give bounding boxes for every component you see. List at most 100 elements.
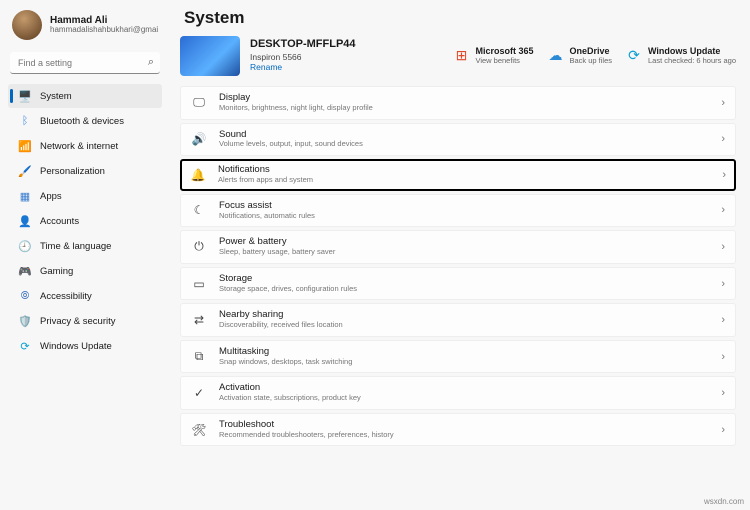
sidebar-item-label: Personalization: [40, 166, 105, 177]
settings-row-focus-assist[interactable]: ☾ Focus assistNotifications, automatic ru…: [180, 194, 736, 228]
troubleshoot-icon: 🛠: [191, 423, 207, 437]
pc-name: DESKTOP-MFFLP44: [250, 38, 443, 51]
chevron-right-icon: ›: [721, 97, 725, 109]
settings-row-notifications[interactable]: 🔔NotificationsAlerts from apps and syste…: [180, 159, 736, 191]
profile-block[interactable]: Hammad Ali hammadalishahbukhari@gmail.co…: [4, 6, 166, 44]
personalization-icon: 🖌️: [18, 164, 32, 178]
row-subtitle: Notifications, automatic rules: [219, 212, 709, 221]
sidebar-item-label: Gaming: [40, 266, 73, 277]
system-header: DESKTOP-MFFLP44 Inspiron 5566 Rename ⊞Mi…: [180, 36, 736, 76]
row-subtitle: Snap windows, desktops, task switching: [219, 358, 709, 367]
cloud-item-onedrive[interactable]: ☁OneDriveBack up files: [547, 47, 612, 65]
row-subtitle: Storage space, drives, configuration rul…: [219, 285, 709, 294]
cloud-subtitle: Last checked: 6 hours ago: [648, 57, 736, 65]
cloud-status-row: ⊞Microsoft 365View benefits ☁OneDriveBack…: [453, 47, 736, 65]
focus-assist-icon: ☾: [191, 203, 207, 217]
nav-list: 🖥️ System ᛒ Bluetooth & devices 📶 Network & i…: [4, 84, 166, 358]
sidebar-item-label: Windows Update: [40, 341, 112, 352]
activation-icon: ✓: [191, 386, 207, 400]
cloud-item-microsoft-[interactable]: ⊞Microsoft 365View benefits: [453, 47, 533, 65]
sidebar-item-label: Privacy & security: [40, 316, 116, 327]
sidebar-item-time-language[interactable]: 🕘 Time & language: [8, 234, 162, 258]
network-internet-icon: 📶: [18, 139, 32, 153]
sidebar-item-label: Accounts: [40, 216, 79, 227]
sidebar-item-privacy-security[interactable]: 🛡️ Privacy & security: [8, 309, 162, 333]
privacy-security-icon: 🛡️: [18, 314, 32, 328]
settings-row-sound[interactable]: 🔊SoundVolume levels, output, input, soun…: [180, 123, 736, 157]
sidebar-item-label: Time & language: [40, 241, 111, 252]
storage-icon: ▭: [191, 277, 207, 291]
windows-update-icon: ⟳: [626, 48, 642, 64]
pc-model: Inspiron 5566: [250, 52, 443, 62]
gaming-icon: 🎮: [18, 264, 32, 278]
onedrive-icon: ☁: [547, 48, 563, 64]
row-subtitle: Volume levels, output, input, sound devi…: [219, 140, 709, 149]
cloud-subtitle: Back up files: [569, 57, 612, 65]
rename-link[interactable]: Rename: [250, 62, 282, 72]
row-subtitle: Monitors, brightness, night light, displ…: [219, 104, 709, 113]
display-icon: 🖵: [191, 95, 207, 110]
sidebar-item-accessibility[interactable]: ⦾ Accessibility: [8, 284, 162, 308]
watermark: wsxdn.com: [704, 497, 744, 506]
power-battery-icon: ⏻: [191, 239, 207, 254]
chevron-right-icon: ›: [721, 133, 725, 145]
multitasking-icon: ⧉: [191, 349, 207, 364]
microsoft--icon: ⊞: [453, 48, 469, 64]
sidebar-item-system[interactable]: 🖥️ System: [8, 84, 162, 108]
sound-icon: 🔊: [191, 132, 207, 146]
sidebar-item-personalization[interactable]: 🖌️ Personalization: [8, 159, 162, 183]
settings-row-activation[interactable]: ✓ActivationActivation state, subscriptio…: [180, 376, 736, 410]
page-title: System: [184, 8, 736, 28]
pc-thumbnail: [180, 36, 240, 76]
avatar: [12, 10, 42, 40]
sidebar-item-label: Accessibility: [40, 291, 92, 302]
bluetooth-devices-icon: ᛒ: [18, 114, 32, 128]
sidebar-item-label: System: [40, 91, 72, 102]
settings-row-troubleshoot[interactable]: 🛠TroubleshootRecommended troubleshooters…: [180, 413, 736, 447]
system-icon: 🖥️: [18, 89, 32, 103]
notifications-icon: 🔔: [190, 168, 206, 182]
sidebar-item-label: Apps: [40, 191, 62, 202]
row-subtitle: Alerts from apps and system: [218, 176, 710, 185]
sidebar-item-network-internet[interactable]: 📶 Network & internet: [8, 134, 162, 158]
chevron-right-icon: ›: [721, 241, 725, 253]
settings-row-power-battery[interactable]: ⏻Power & batterySleep, battery usage, ba…: [180, 230, 736, 264]
time-language-icon: 🕘: [18, 239, 32, 253]
apps-icon: ▦: [18, 189, 32, 203]
main-panel: System DESKTOP-MFFLP44 Inspiron 5566 Ren…: [180, 0, 750, 510]
settings-row-nearby-sharing[interactable]: ⇄Nearby sharingDiscoverability, received…: [180, 303, 736, 337]
nearby-sharing-icon: ⇄: [191, 313, 207, 327]
cloud-subtitle: View benefits: [475, 57, 533, 65]
row-subtitle: Sleep, battery usage, battery saver: [219, 248, 709, 257]
chevron-right-icon: ›: [722, 169, 726, 181]
row-subtitle: Discoverability, received files location: [219, 321, 709, 330]
profile-email: hammadalishahbukhari@gmail.com: [50, 26, 158, 35]
sidebar-item-label: Bluetooth & devices: [40, 116, 124, 127]
sidebar-item-bluetooth-devices[interactable]: ᛒ Bluetooth & devices: [8, 109, 162, 133]
accounts-icon: 👤: [18, 214, 32, 228]
chevron-right-icon: ›: [721, 278, 725, 290]
row-subtitle: Activation state, subscriptions, product…: [219, 394, 709, 403]
sidebar-item-label: Network & internet: [40, 141, 118, 152]
settings-row-multitasking[interactable]: ⧉MultitaskingSnap windows, desktops, tas…: [180, 340, 736, 374]
row-title: Focus assist: [219, 201, 709, 212]
sidebar-item-gaming[interactable]: 🎮 Gaming: [8, 259, 162, 283]
accessibility-icon: ⦾: [18, 289, 32, 303]
sidebar-item-windows-update[interactable]: ⟳ Windows Update: [8, 334, 162, 358]
search-icon: ⌕: [148, 56, 154, 69]
row-subtitle: Recommended troubleshooters, preferences…: [219, 431, 709, 440]
search-wrap: ⌕: [10, 52, 160, 74]
sidebar: Hammad Ali hammadalishahbukhari@gmail.co…: [0, 0, 170, 510]
chevron-right-icon: ›: [721, 351, 725, 363]
search-input[interactable]: [10, 52, 160, 74]
sidebar-item-accounts[interactable]: 👤 Accounts: [8, 209, 162, 233]
chevron-right-icon: ›: [721, 387, 725, 399]
chevron-right-icon: ›: [721, 314, 725, 326]
sidebar-item-apps[interactable]: ▦ Apps: [8, 184, 162, 208]
settings-row-display[interactable]: 🖵DisplayMonitors, brightness, night ligh…: [180, 86, 736, 120]
chevron-right-icon: ›: [721, 424, 725, 436]
settings-row-storage[interactable]: ▭StorageStorage space, drives, configura…: [180, 267, 736, 301]
windows-update-icon: ⟳: [18, 339, 32, 353]
settings-list: 🖵DisplayMonitors, brightness, night ligh…: [180, 86, 736, 446]
cloud-item-windows-update[interactable]: ⟳Windows UpdateLast checked: 6 hours ago: [626, 47, 736, 65]
